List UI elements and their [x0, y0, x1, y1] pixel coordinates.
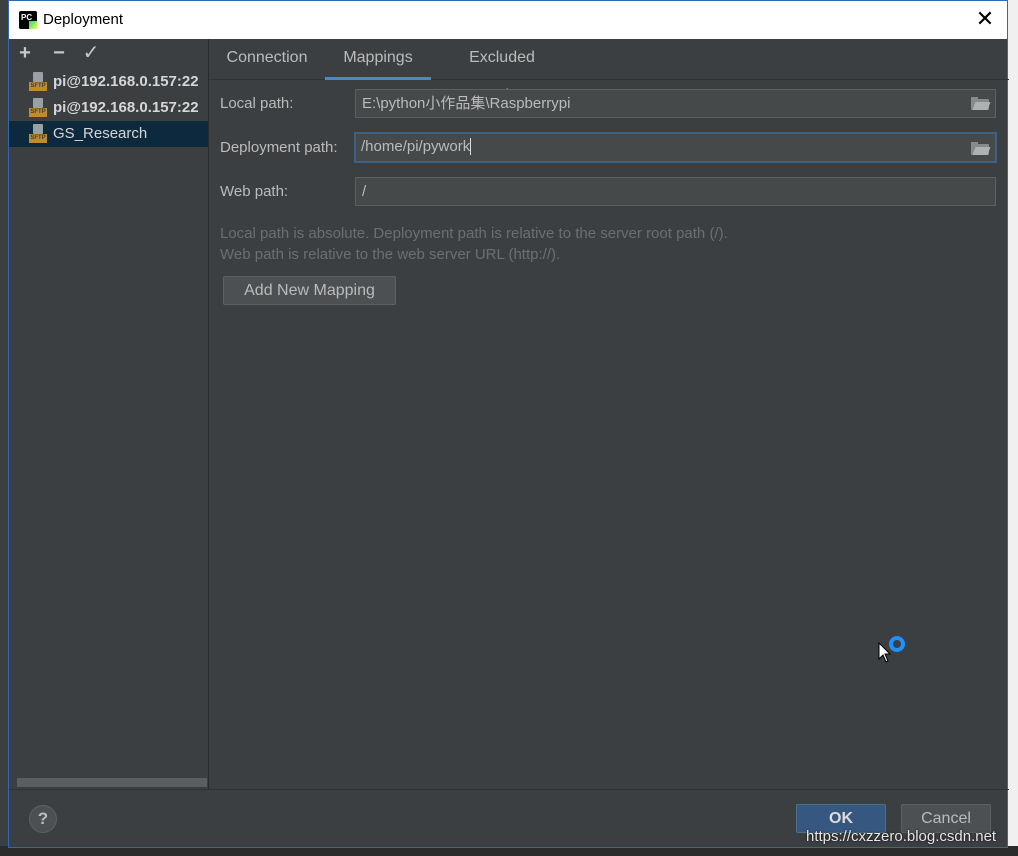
- mapping-hint-line-2: Web path is relative to the web server U…: [220, 246, 561, 263]
- close-button[interactable]: ✕: [973, 7, 997, 31]
- window-title: Deployment: [43, 11, 124, 28]
- server-list: SFTP pi@192.168.0.157:22 SFTP pi@192.168…: [9, 69, 208, 147]
- server-list-panel: + − ✓ SFTP pi@192.168.0.157:22 SFTP pi@1…: [9, 39, 209, 789]
- deployment-path-label: Deployment path:: [220, 139, 338, 156]
- browse-folder-icon[interactable]: [971, 97, 991, 110]
- server-label: pi@192.168.0.157:22: [53, 73, 199, 90]
- title-bar: PC Deployment ✕: [9, 1, 1007, 39]
- browse-folder-icon[interactable]: [971, 142, 991, 155]
- server-label: GS_Research: [53, 125, 148, 142]
- local-path-field[interactable]: E:\python小作品集\Raspberrypi: [355, 89, 996, 118]
- web-path-label: Web path:: [220, 183, 289, 200]
- mapping-hint-line-1: Local path is absolute. Deployment path …: [220, 225, 728, 242]
- tab-excluded-paths[interactable]: Excluded Paths: [447, 39, 557, 104]
- tab-bar: Connection Mappings Excluded Paths: [209, 39, 1009, 104]
- server-item-gs-research[interactable]: SFTP GS_Research: [9, 121, 208, 147]
- sftp-server-icon: SFTP: [29, 98, 47, 118]
- horizontal-scrollbar[interactable]: [17, 778, 207, 787]
- local-path-label: Local path:: [220, 95, 294, 112]
- server-label: pi@192.168.0.157:22: [53, 99, 199, 116]
- server-toolbar: + − ✓: [9, 39, 208, 69]
- sftp-server-icon: SFTP: [29, 72, 47, 92]
- deployment-path-field[interactable]: /home/pi/pywork: [354, 132, 997, 163]
- desktop-background: [1008, 0, 1018, 856]
- tab-mappings[interactable]: Mappings: [325, 39, 431, 80]
- footer-divider: [9, 789, 1009, 790]
- pycharm-app-icon: PC: [19, 11, 37, 29]
- remove-server-icon[interactable]: −: [49, 43, 69, 63]
- web-path-field[interactable]: /: [355, 177, 996, 206]
- busy-spinner-icon: [889, 636, 905, 652]
- server-item-pi-2[interactable]: SFTP pi@192.168.0.157:22: [9, 95, 208, 121]
- tab-connection[interactable]: Connection: [225, 39, 309, 77]
- server-item-pi-1[interactable]: SFTP pi@192.168.0.157:22: [9, 69, 208, 95]
- sftp-server-icon: SFTP: [29, 124, 47, 144]
- add-server-icon[interactable]: +: [15, 43, 35, 63]
- watermark-url: https://cxzzero.blog.csdn.net: [806, 828, 997, 845]
- add-new-mapping-button[interactable]: Add New Mapping: [223, 276, 396, 305]
- help-button[interactable]: ?: [29, 805, 57, 833]
- deployment-dialog: PC Deployment ✕ + − ✓ SFTP pi@192.168.0.…: [8, 0, 1009, 848]
- set-default-check-icon[interactable]: ✓: [81, 43, 101, 63]
